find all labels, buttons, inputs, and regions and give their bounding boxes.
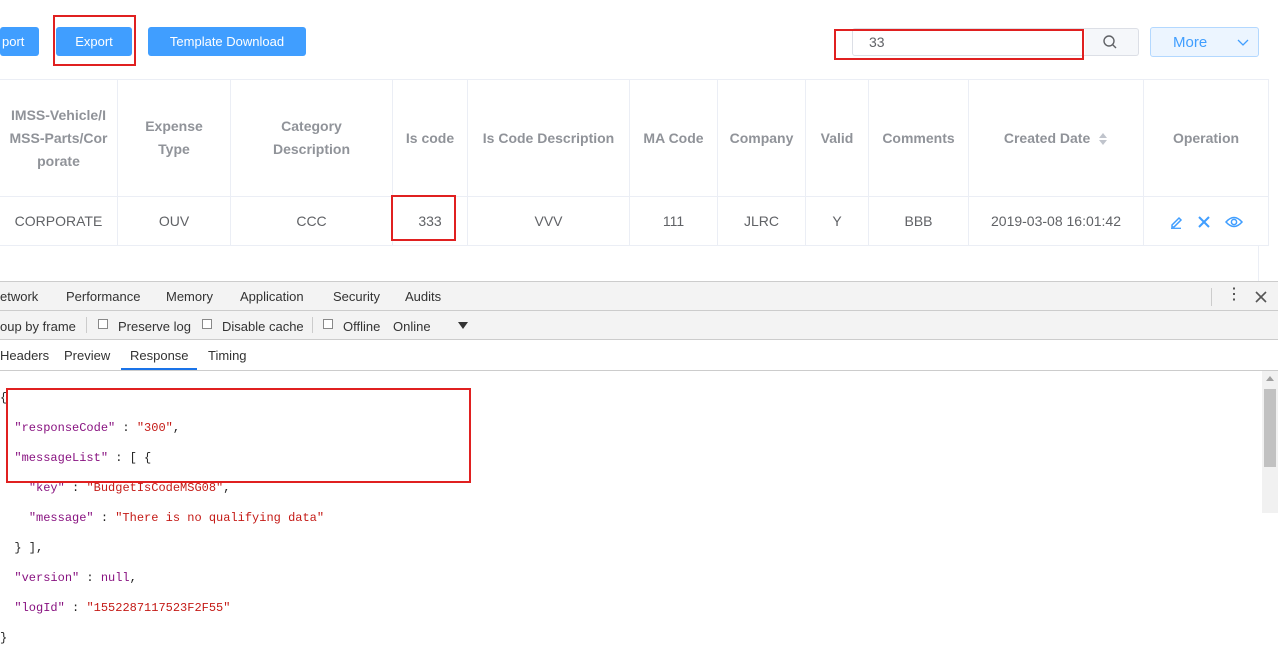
offline-checkbox[interactable] [323, 319, 333, 329]
table-header-row: IMSS-Vehicle/IMSS-Parts/Corporate Expens… [0, 79, 1269, 197]
json-line: "message" : "There is no qualifying data… [28, 511, 325, 525]
cell-ma-code: 111 [629, 196, 718, 246]
separator [1211, 288, 1212, 306]
header-valid: Valid [805, 79, 869, 197]
created-date-label: Created Date [1003, 129, 1091, 146]
edit-icon[interactable] [1169, 215, 1183, 230]
export-highlight-box [53, 15, 136, 66]
tab-audits[interactable]: Audits [405, 289, 441, 304]
import-label: port [2, 34, 25, 49]
header-is-code-description: Is Code Description [467, 79, 630, 197]
import-button[interactable]: port [0, 27, 39, 56]
group-by-frame-label[interactable]: oup by frame [0, 319, 76, 334]
header-comments: Comments [868, 79, 969, 197]
cell-comments: BBB [868, 196, 969, 246]
devtools-options-bar: oup by frame Preserve log Disable cache … [0, 311, 1278, 340]
header-company: Company [717, 79, 806, 197]
devtools-subtabs: Headers Preview Response Timing [0, 340, 1278, 371]
cell-is-code-description: VVV [467, 196, 630, 246]
is-code-highlight-box [391, 195, 456, 241]
cell-imss: CORPORATE [0, 196, 118, 246]
header-operation: Operation [1143, 79, 1269, 197]
cell-company: JLRC [717, 196, 806, 246]
json-line: "version" : null, [14, 571, 137, 585]
separator [312, 317, 313, 333]
header-ma-code: MA Code [629, 79, 718, 197]
active-subtab-indicator [121, 368, 197, 370]
disable-cache-checkbox[interactable] [202, 319, 212, 329]
cell-valid: Y [805, 196, 869, 246]
tab-security[interactable]: Security [333, 289, 380, 304]
close-devtools-icon[interactable] [1255, 291, 1267, 303]
cell-created-date: 2019-03-08 16:01:42 [968, 196, 1144, 246]
devtools-tabbar: etwork Performance Memory Application Se… [0, 281, 1278, 311]
template-download-label: Template Download [169, 34, 285, 49]
response-highlight-box [6, 388, 471, 483]
table-row: CORPORATE OUV CCC 333 VVV 111 JLRC Y BBB… [0, 196, 1269, 246]
separator [86, 317, 87, 333]
header-imss: IMSS-Vehicle/IMSS-Parts/Corporate [0, 79, 118, 197]
tab-network[interactable]: etwork [0, 289, 38, 304]
scroll-up-arrow-icon[interactable] [1266, 376, 1274, 381]
close-icon[interactable] [1197, 215, 1211, 229]
header-category-description: Category Description [230, 79, 393, 197]
search-button[interactable] [1085, 28, 1139, 56]
disable-cache-label: Disable cache [222, 319, 304, 334]
sort-icon[interactable] [1098, 132, 1108, 146]
view-icon[interactable] [1224, 215, 1243, 229]
more-button[interactable]: More [1150, 27, 1259, 57]
more-options-icon[interactable]: ⋮ [1226, 286, 1242, 304]
subtab-timing[interactable]: Timing [208, 348, 247, 363]
table-right-border [1258, 246, 1259, 282]
search-icon [1103, 35, 1117, 49]
subtab-response[interactable]: Response [130, 348, 189, 363]
cell-expense-type: OUV [117, 196, 231, 246]
offline-label: Offline [343, 319, 381, 334]
search-highlight-box [834, 29, 1084, 60]
subtab-headers[interactable]: Headers [0, 348, 49, 363]
header-is-code: Is code [392, 79, 468, 197]
subtab-preview[interactable]: Preview [64, 348, 110, 363]
cell-operation [1143, 196, 1269, 246]
scrollbar[interactable] [1262, 371, 1278, 513]
tab-performance[interactable]: Performance [66, 289, 140, 304]
cell-category-description: CCC [230, 196, 393, 246]
data-table: IMSS-Vehicle/IMSS-Parts/Corporate Expens… [0, 79, 1269, 246]
scrollbar-thumb[interactable] [1264, 389, 1276, 467]
preserve-log-checkbox[interactable] [98, 319, 108, 329]
header-created-date[interactable]: Created Date [968, 79, 1144, 197]
json-line: } ], [14, 541, 44, 555]
more-label: More [1173, 34, 1208, 51]
chevron-down-icon [1237, 39, 1249, 46]
dropdown-arrow-icon[interactable] [458, 322, 468, 329]
template-download-button[interactable]: Template Download [148, 27, 306, 56]
preserve-log-label: Preserve log [118, 319, 191, 334]
json-line: "logId" : "1552287117523F2F55" [14, 601, 231, 615]
tab-memory[interactable]: Memory [166, 289, 213, 304]
json-line: "key" : "BudgetIsCodeMSG08", [28, 481, 231, 495]
header-expense-type: Expense Type [117, 79, 231, 197]
json-line: } [0, 631, 8, 645]
throttle-select[interactable]: Online [393, 319, 431, 334]
tab-application[interactable]: Application [240, 289, 304, 304]
